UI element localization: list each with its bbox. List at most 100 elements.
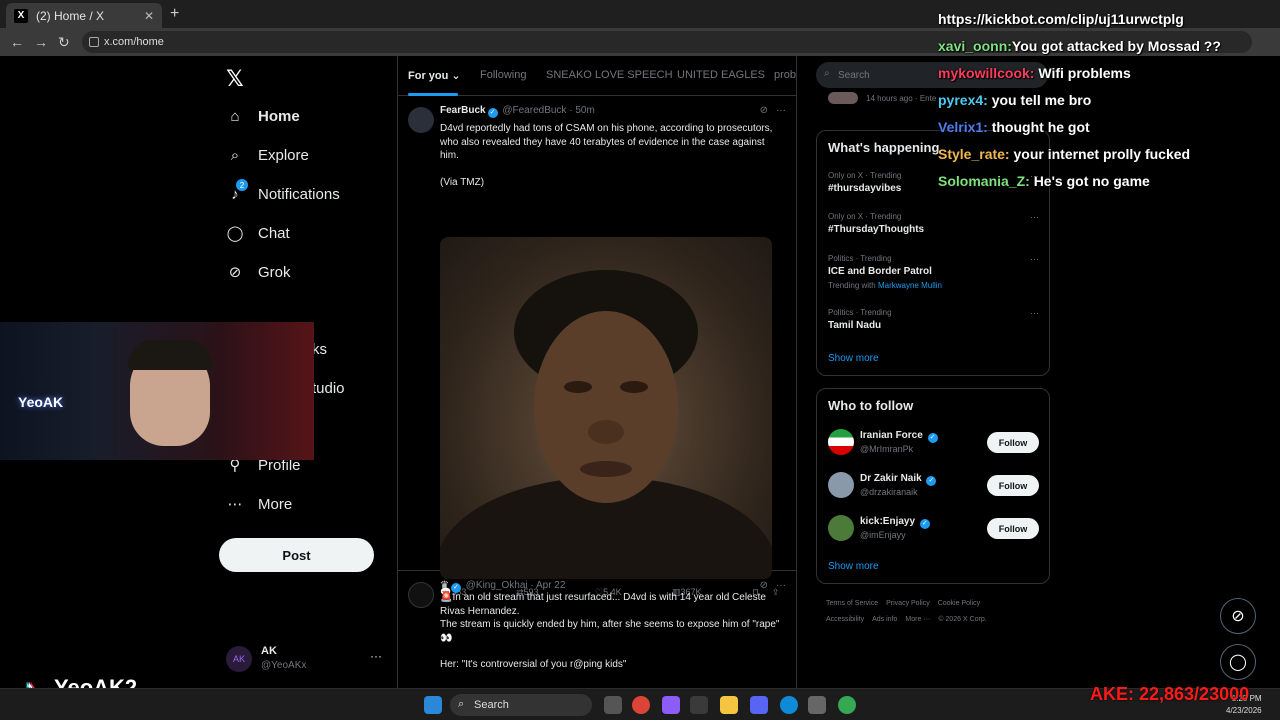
recent-search-row[interactable]: 14 hours ago · Ente [828,92,936,104]
trend-menu-icon[interactable]: ··· [1030,212,1039,222]
browser-tab[interactable]: X (2) Home / X ✕ [6,3,162,28]
post-button[interactable]: Post [219,538,374,572]
follow-button[interactable]: Follow [987,432,1039,453]
chrome-icon[interactable] [632,696,650,714]
avatar[interactable] [408,107,434,133]
show-more-trends-link[interactable]: Show more [828,353,879,364]
sidebar-item-explore[interactable]: ⌕ Explore [226,140,309,170]
avatar[interactable] [408,582,434,608]
back-icon[interactable]: ← [10,34,24,50]
follow-name[interactable]: Iranian Force ✓ [860,430,940,443]
tab-sneako-love-speech[interactable]: SNEAKO LOVE SPEECH [546,69,673,81]
trend-with: Trending with Markwayne Mullin [828,281,942,290]
sidebar-item-label: ks [312,340,327,358]
sidebar-item-notifications[interactable]: ♪ 2 Notifications [226,179,340,209]
show-more-follow-link[interactable]: Show more [828,561,879,572]
trend-name[interactable]: Tamil Nadu [828,320,881,331]
tab-for-you[interactable]: For you ⌄ [408,69,461,82]
taskbar-search[interactable]: ⌕ Search [450,694,592,716]
steam-icon[interactable] [808,696,826,714]
avatar[interactable] [828,472,854,498]
follow-handle: @MrImranPk [860,444,914,454]
chat-message: Style_rate: your internet prolly fucked [938,146,1191,162]
new-tab-icon[interactable]: + [170,5,179,23]
x-logo-icon[interactable]: 𝕏 [226,66,244,92]
neon-sign: YeoAK [18,394,64,410]
grok-icon[interactable]: ⊘ [760,105,768,116]
trend-name[interactable]: ICE and Border Patrol [828,266,932,277]
tweet-text-line-2: The stream is quickly ended by him, afte… [440,619,780,644]
tweet-handle[interactable]: @FearedBuck [502,105,566,116]
tweet-time[interactable]: Apr 22 [536,580,565,591]
tweet-fearbuck[interactable]: FearBuck ✓ @FearedBuck · 50m ⊘ ··· D4vd r… [398,97,796,597]
chat-message: Solomania_Z: He's got no game [938,173,1150,189]
grok-fab-icon[interactable]: ⊘ [1220,598,1256,634]
chat-fab-icon[interactable]: ◯ [1220,644,1256,680]
site-info-icon[interactable] [89,37,99,47]
chat-icon: ◯ [226,225,244,242]
sidebar-item-studio[interactable]: tudio [312,373,345,403]
footer-link[interactable]: Privacy Policy [886,600,930,607]
follow-button[interactable]: Follow [987,518,1039,539]
mugshot-image [440,270,772,579]
tweet-handle[interactable]: @King_Okhai [466,580,528,591]
verified-icon: ✓ [487,108,498,118]
windows-start-icon[interactable] [424,696,442,714]
edge-icon[interactable] [780,696,798,714]
tab-following[interactable]: Following [480,69,526,81]
webcam-overlay: YeoAK [0,322,314,460]
trend-menu-icon[interactable]: ··· [1030,254,1039,264]
tweet-menu-icon[interactable]: ··· [776,580,786,591]
app-icon[interactable] [662,696,680,714]
chat-message: Velrix1: thought he got [938,119,1090,135]
crown-icon: ♛ [440,580,449,591]
trend-name[interactable]: #ThursdayThoughts [828,224,924,235]
tab-united-eagles[interactable]: UNITED EAGLES [677,69,765,81]
sidebar-item-more[interactable]: ⋯ More [226,489,293,519]
tweet-time[interactable]: 50m [575,105,594,116]
avatar: AK [226,646,252,672]
sidebar-item-home[interactable]: ⌂ Home [226,101,299,131]
sidebar-item-label: More [258,495,293,513]
footer-link[interactable]: Ads info [872,616,897,623]
grok-icon[interactable]: ⊘ [760,580,768,591]
chat-message: https://kickbot.com/clip/uj11urwctplg [938,11,1184,27]
close-tab-icon[interactable]: ✕ [144,9,154,23]
chrome-active-icon[interactable] [838,696,856,714]
tweet-photo[interactable] [440,237,772,579]
tweet-menu-icon[interactable]: ··· [776,105,786,116]
forward-icon[interactable]: → [34,34,48,50]
footer-link[interactable]: More ··· [905,616,930,623]
store-icon[interactable] [690,696,708,714]
whats-happening-panel: What's happening Only on X · Trending #t… [816,130,1050,376]
trend-name[interactable]: #thursdayvibes [828,183,901,194]
footer-link[interactable]: Accessibility [826,616,864,623]
follow-button[interactable]: Follow [987,475,1039,496]
avatar[interactable] [828,515,854,541]
footer-link[interactable]: Cookie Policy [938,600,980,607]
trend-category: Only on X · Trending [828,212,902,221]
sidebar-item-label: Chat [258,224,290,242]
file-explorer-icon[interactable] [720,696,738,714]
follow-name[interactable]: kick:Enjayy ✓ [860,516,932,529]
more-dots-icon[interactable]: ··· [370,649,382,663]
trend-menu-icon[interactable]: ··· [1030,308,1039,318]
avatar[interactable] [828,429,854,455]
footer-link[interactable]: Terms of Service [826,600,878,607]
account-switcher[interactable]: AK AK @YeoAKx ··· [226,642,396,678]
sidebar-item-grok[interactable]: ⊘ Grok [226,257,291,287]
tab-more[interactable]: prob [774,69,796,81]
tweet-king-okhai[interactable]: ♛ ✓ @King_Okhai · Apr 22 ⊘ ··· 🚨In an old… [398,572,796,688]
sidebar-item-bookmarks[interactable]: ks [312,334,327,364]
tweet-header: FearBuck ✓ @FearedBuck · 50m [440,105,595,118]
timeline-tabs: For you ⌄ Following SNEAKO LOVE SPEECH U… [398,56,796,96]
reload-icon[interactable]: ↻ [58,34,70,51]
sidebar-item-chat[interactable]: ◯ Chat [226,218,290,248]
search-icon: ⌕ [458,698,465,710]
discord-icon[interactable] [750,696,768,714]
follow-name[interactable]: Dr Zakir Naik ✓ [860,473,938,486]
task-view-icon[interactable] [604,696,622,714]
footer-links: Terms of Service Privacy Policy Cookie Pol… [826,596,1046,628]
tweet-author-name[interactable]: FearBuck [440,105,486,116]
search-icon: ⌕ [230,146,240,164]
